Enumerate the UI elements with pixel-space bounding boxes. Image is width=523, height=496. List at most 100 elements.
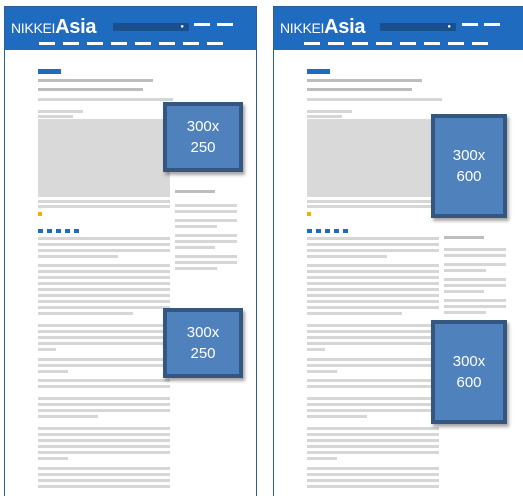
caption-line [38, 205, 170, 208]
body-line [38, 467, 170, 470]
body-line [38, 445, 170, 448]
ad-size-label: 300x 600 [452, 353, 486, 391]
nav-dash [304, 42, 320, 45]
nav-dash [484, 23, 500, 26]
body-line [307, 473, 439, 476]
body-line [38, 473, 170, 476]
body-line [307, 439, 439, 442]
body-line [307, 294, 439, 297]
body-line [307, 364, 439, 367]
headline-line [307, 79, 422, 82]
ad-size-label: 300x 250 [186, 324, 220, 362]
caption-line [307, 205, 439, 208]
body-line [38, 276, 170, 279]
ad-slot-300x600-bottom: 300x 600 [431, 320, 507, 424]
byline-line [307, 115, 342, 118]
body-line [38, 282, 170, 285]
body-line [307, 409, 439, 412]
byline-line [38, 115, 73, 118]
hero-image [307, 119, 439, 197]
body-line [307, 379, 439, 382]
ad-size-label: 300x 600 [452, 147, 486, 185]
body-line [307, 255, 387, 258]
sidebar-line [175, 204, 237, 207]
nav-dash [400, 42, 416, 45]
body-line [307, 403, 439, 406]
body-line [38, 457, 68, 460]
sidebar-line [175, 240, 237, 243]
body-line [307, 485, 439, 488]
nav-dash [472, 42, 488, 45]
body-line [38, 336, 170, 339]
body-line [307, 288, 439, 291]
body-line [307, 264, 439, 267]
body-line [38, 370, 68, 373]
sidebar-line [444, 311, 486, 314]
body-line [38, 237, 170, 240]
sidebar-line [444, 290, 484, 293]
ad-size-label: 300x 250 [186, 118, 220, 156]
sidebar-line [444, 305, 506, 308]
body-line [38, 479, 170, 482]
nav-dash [217, 23, 233, 26]
body-line [307, 358, 439, 361]
body-line [38, 485, 170, 488]
body-line [38, 255, 118, 258]
nav-dash [328, 42, 344, 45]
body-line [38, 409, 170, 412]
sidebar-heading [175, 190, 215, 193]
ad-slot-300x250-top: 300x 250 [163, 102, 243, 172]
search-bar[interactable]: ● [380, 23, 456, 31]
sidebar-line [175, 255, 237, 258]
body-line [38, 397, 170, 400]
body-line [307, 342, 439, 345]
sidebar-line [175, 234, 237, 237]
body-line [38, 288, 170, 291]
body-line [307, 445, 439, 448]
body-line [307, 237, 439, 240]
body-line [38, 379, 170, 382]
share-dots [307, 220, 352, 233]
site-header: NIKKEIAsia ● [274, 7, 523, 50]
body-line [38, 243, 170, 246]
search-bar[interactable]: ● [113, 23, 189, 31]
body-line [38, 433, 170, 436]
body-line [38, 385, 170, 388]
body-line [38, 264, 170, 267]
nav-dash [207, 42, 223, 45]
image-marker [38, 212, 42, 216]
sidebar-line [175, 261, 237, 264]
sidebar-line [444, 269, 486, 272]
body-line [38, 294, 170, 297]
nav-dash [352, 42, 368, 45]
body-line [38, 427, 170, 430]
body-line [307, 306, 439, 309]
sidebar-line [444, 278, 506, 281]
sidebar-line [175, 267, 217, 270]
headline-line [38, 79, 153, 82]
nav-dash [87, 42, 103, 45]
body-line [38, 324, 170, 327]
nav-dash [376, 42, 392, 45]
text-line [38, 98, 173, 101]
body-line [38, 364, 170, 367]
share-dots [38, 220, 83, 233]
sidebar-line [444, 299, 506, 302]
body-line [307, 336, 439, 339]
sidebar-line [175, 210, 237, 213]
sidebar-line [175, 246, 215, 249]
body-line [38, 403, 170, 406]
logo-asia: Asia [324, 16, 366, 38]
body-line [38, 439, 170, 442]
logo-nikkei: NIKKEI [280, 20, 325, 36]
body-line [38, 306, 170, 309]
sidebar-line [444, 254, 506, 257]
body-line [307, 467, 439, 470]
body-line [307, 479, 439, 482]
body-line [307, 312, 402, 315]
body-line [307, 249, 439, 252]
nav-dash [159, 42, 175, 45]
body-line [307, 300, 439, 303]
layout-mockup-300x250: NIKKEIAsia ● [4, 6, 257, 496]
body-line [307, 427, 439, 430]
